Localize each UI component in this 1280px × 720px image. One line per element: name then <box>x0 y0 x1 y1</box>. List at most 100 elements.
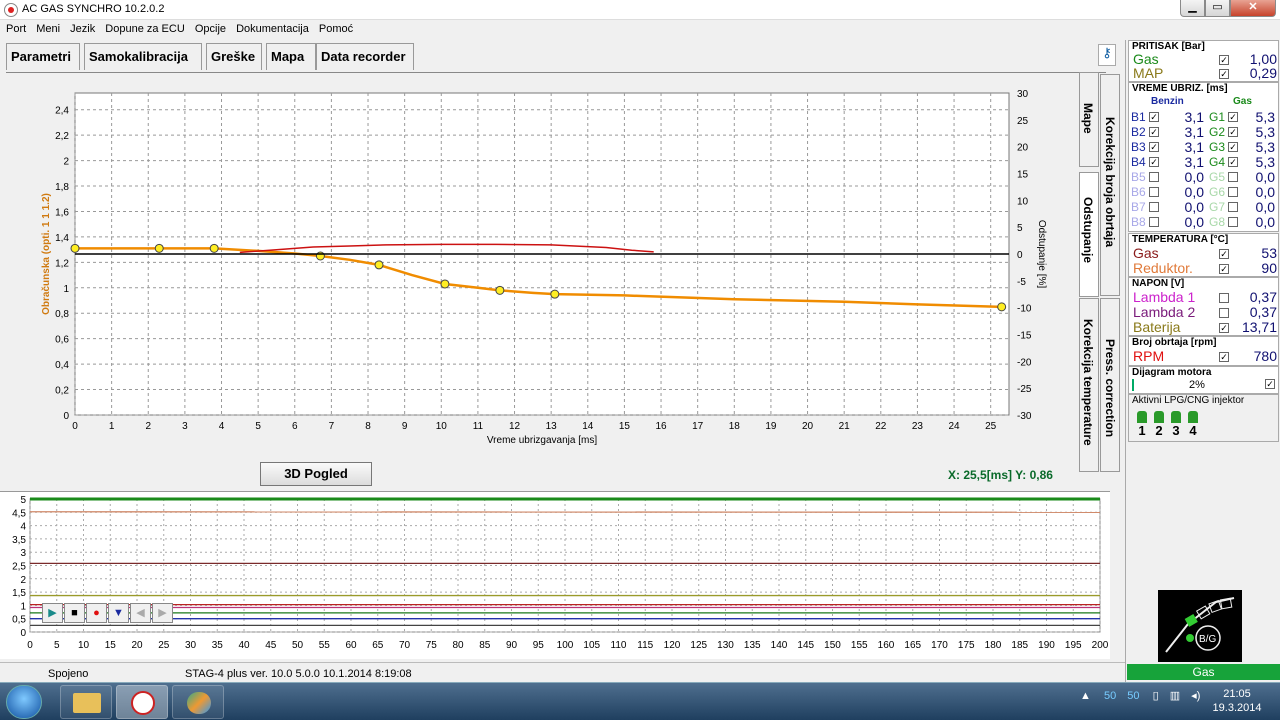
play-button[interactable]: ▶ <box>42 603 63 623</box>
network-icon[interactable]: ▥ <box>1170 690 1180 702</box>
benzin-checkbox[interactable]: ✓ <box>1149 157 1159 167</box>
next-button[interactable]: ▶ <box>152 603 173 623</box>
benzin-checkbox[interactable] <box>1149 217 1159 227</box>
y2-tick-label: 15 <box>1017 170 1029 181</box>
logger-x-tick: 0 <box>27 640 33 651</box>
tab-samokalibracija[interactable]: Samokalibracija <box>84 43 202 70</box>
y2-tick-label: 20 <box>1017 143 1029 154</box>
menu-dopune[interactable]: Dopune za ECU <box>99 20 185 35</box>
temp-gas-checkbox[interactable]: ✓ <box>1219 249 1229 259</box>
benzin-checkbox[interactable]: ✓ <box>1149 112 1159 122</box>
minimize-button[interactable]: ▁ <box>1180 0 1205 17</box>
clock[interactable]: 21:05 19.3.2014 <box>1212 687 1262 715</box>
start-button[interactable] <box>6 685 42 719</box>
tab-data-recorder[interactable]: Data recorder <box>316 43 414 70</box>
menu-opcije[interactable]: Opcije <box>189 20 226 35</box>
tray-arrow-icon[interactable]: ▲ <box>1080 690 1091 702</box>
gas-checkbox[interactable] <box>1228 172 1238 182</box>
logger-x-tick: 65 <box>372 640 384 651</box>
side-tab-korekcija-obrtaja-label: Korekcija broja obrtaja <box>1103 117 1117 248</box>
gas-checkbox[interactable]: ✓ <box>1228 157 1238 167</box>
record-button[interactable]: ● <box>86 603 107 623</box>
benzin-checkbox[interactable] <box>1149 202 1159 212</box>
menu-bar: Port Meni Jezik Dopune za ECU Opcije Dok… <box>0 20 1280 40</box>
menu-meni[interactable]: Meni <box>30 20 60 35</box>
tray-value-a[interactable]: 50 <box>1104 690 1116 702</box>
menu-port[interactable]: Port <box>0 20 26 35</box>
menu-jezik[interactable]: Jezik <box>64 20 95 35</box>
volume-icon[interactable]: ◂) <box>1191 690 1200 702</box>
stop-button[interactable]: ■ <box>64 603 85 623</box>
temp-gas-value: 53 <box>1261 245 1277 261</box>
gas-value: 5,3 <box>1255 109 1275 125</box>
side-tab-korekcija-temperature-label: Korekcija temperature <box>1081 319 1095 446</box>
gas-checkbox[interactable]: ✓ <box>1228 142 1238 152</box>
benzin-checkbox[interactable]: ✓ <box>1149 142 1159 152</box>
benzin-checkbox[interactable] <box>1149 172 1159 182</box>
rpm-checkbox[interactable]: ✓ <box>1219 352 1229 362</box>
menu-pomoc[interactable]: Pomoć <box>313 20 353 35</box>
side-tab-mape[interactable]: Mape <box>1079 72 1099 167</box>
taskbar-explorer-icon[interactable] <box>60 685 112 719</box>
menu-dokumentacija[interactable]: Dokumentacija <box>230 20 309 35</box>
pin-icon[interactable]: ⚷ <box>1098 44 1116 66</box>
pritisak-map-checkbox[interactable]: ✓ <box>1219 69 1229 79</box>
logger-x-tick: 95 <box>533 640 545 651</box>
app-icon[interactable] <box>4 3 18 17</box>
y-tick-label: 0,8 <box>55 309 69 320</box>
baterija-checkbox[interactable]: ✓ <box>1219 323 1229 333</box>
battery-icon[interactable]: ▯ <box>1153 690 1159 702</box>
close-button[interactable]: ✕ <box>1230 0 1276 17</box>
tab-mapa[interactable]: Mapa <box>266 43 316 70</box>
3d-view-button[interactable]: 3D Pogled <box>260 462 372 486</box>
group-pritisak: PRITISAK [Bar] Gas ✓ 1,00 MAP ✓ 0,29 <box>1128 40 1279 82</box>
group-temperatura: TEMPERATURA [°C] Gas ✓ 53 Reduktor. ✓ 90 <box>1128 233 1279 277</box>
aktivni-title: Aktivni LPG/CNG injektor <box>1132 395 1245 406</box>
side-tab-odstupanje[interactable]: Odstupanje <box>1079 172 1099 297</box>
side-tabs: Mape Korekcija broja obrtaja Odstupanje … <box>1079 72 1121 490</box>
logger-chart-svg[interactable]: 0 5 10 15 20 25 30 35 40 45 50 55 60 65 70 75 80 85 90 95 10… <box>0 492 1110 660</box>
benzin-value: 0,0 <box>1184 199 1204 215</box>
gas-checkbox[interactable] <box>1228 202 1238 212</box>
gas-checkbox[interactable] <box>1228 217 1238 227</box>
dijagram-checkbox[interactable]: ✓ <box>1265 379 1275 389</box>
taskbar-paint-icon[interactable] <box>172 685 224 719</box>
pritisak-gas-checkbox[interactable]: ✓ <box>1219 55 1229 65</box>
gas-checkbox[interactable]: ✓ <box>1228 112 1238 122</box>
map-chart-svg[interactable]: 0 1 2 3 4 5 6 7 8 9 10 11 12 13 14 15 16 17 18 19 20 21 22 23 24… <box>6 73 1106 463</box>
injector-row: B8 0,0 G8 0,0 <box>1131 215 1277 230</box>
lambda2-checkbox[interactable] <box>1219 308 1229 318</box>
logger-x-tick: 125 <box>690 640 707 651</box>
gas-checkbox[interactable]: ✓ <box>1228 127 1238 137</box>
maximize-button[interactable]: ▭ <box>1205 0 1230 17</box>
data-logger-chart[interactable]: 0 5 10 15 20 25 30 35 40 45 50 55 60 65 70 75 80 85 90 95 10… <box>0 491 1110 659</box>
side-tab-korekcija-obrtaja[interactable]: Korekcija broja obrtaja <box>1100 74 1120 296</box>
tab-parametri[interactable]: Parametri <box>6 43 80 70</box>
map-chart[interactable]: 0 1 2 3 4 5 6 7 8 9 10 11 12 13 14 15 16 17 18 19 20 21 22 23 24… <box>6 72 1106 490</box>
injector-1-label: 1 <box>1138 423 1146 438</box>
logger-y-tick: 4,5 <box>12 508 26 519</box>
benzin-checkbox[interactable]: ✓ <box>1149 127 1159 137</box>
y2-tick-label: -30 <box>1017 411 1032 422</box>
x-tick-label: 0 <box>72 421 78 432</box>
fuel-switch-icon[interactable]: B/G <box>1158 590 1242 662</box>
tab-greske[interactable]: Greške <box>206 43 262 70</box>
group-vreme-ubriz: VREME UBRIZ. [ms] Benzin Gas B1 ✓ 3,1 G1 ✓ 5,… <box>1128 82 1279 232</box>
tray-value-b[interactable]: 50 <box>1127 690 1139 702</box>
group-aktivni: Aktivni LPG/CNG injektor 1 2 3 4 <box>1128 394 1279 442</box>
side-tab-korekcija-temperature[interactable]: Korekcija temperature <box>1079 298 1099 472</box>
benzin-checkbox[interactable] <box>1149 187 1159 197</box>
logger-x-tick: 200 <box>1092 640 1109 651</box>
gas-checkbox[interactable] <box>1228 187 1238 197</box>
connection-status: Spojeno <box>48 668 89 680</box>
temp-reduktor-checkbox[interactable]: ✓ <box>1219 264 1229 274</box>
benzin-value: 0,0 <box>1184 214 1204 230</box>
prev-button[interactable]: ◀ <box>130 603 151 623</box>
save-button[interactable]: ▼ <box>108 603 129 623</box>
x-tick-label: 1 <box>109 421 115 432</box>
lambda1-checkbox[interactable] <box>1219 293 1229 303</box>
logger-x-tick: 55 <box>319 640 331 651</box>
logger-x-tick: 40 <box>238 640 250 651</box>
taskbar-acgas-icon[interactable] <box>116 685 168 719</box>
side-tab-press-correction[interactable]: Press. correction <box>1100 298 1120 472</box>
